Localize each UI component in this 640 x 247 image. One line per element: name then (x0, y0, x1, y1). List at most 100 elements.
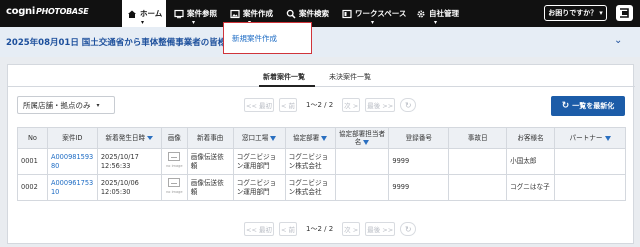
chevron-down-icon: ▾ (96, 101, 100, 109)
help-button[interactable]: お困りですか？ ▾ (544, 5, 607, 21)
nav-company-management-label: 自社管理 (429, 9, 459, 18)
monitor-icon (174, 9, 184, 18)
pagination-bottom: << 最初 < 前 1〜2 / 2 次 > 最後 >> ↻ (244, 222, 417, 236)
cell-reason: 画像伝送依頼 (186, 148, 234, 175)
cell-customer: 小国太郎 (506, 148, 556, 175)
case-table: No 案件ID 新着発生日時 画像 新着事由 窓口工場 協定部署 協定部署担当者… (17, 127, 626, 201)
tab-pending-cases[interactable]: 未決案件一覧 (329, 72, 371, 82)
notice-text[interactable]: 2025年08月01日 国土交通省から車体整備事業者の皆様へ (6, 36, 235, 48)
page-indicator: 1〜2 / 2 (306, 225, 334, 233)
cell-image[interactable]: no image (160, 148, 188, 175)
cell-image[interactable]: no image (160, 174, 188, 201)
header-factory[interactable]: 窓口工場 (232, 127, 286, 149)
help-button-label: お困りですか？ (548, 9, 598, 17)
header-person[interactable]: 協定部署担当者名 (334, 127, 390, 149)
image-placeholder-icon (168, 178, 181, 188)
chevron-down-icon: ▾ (192, 19, 196, 26)
first-page-button[interactable]: << 最初 (244, 98, 274, 112)
refresh-icon: ↻ (561, 101, 570, 111)
nav-case-create-label: 案件作成 (243, 9, 273, 18)
header-new-reason[interactable]: 新着事由 (186, 127, 234, 149)
next-page-button[interactable]: 次 > (342, 98, 361, 112)
header-customer[interactable]: お客様名 (506, 127, 556, 149)
cell-date: 2025/10/06 12:05:30 (96, 174, 162, 201)
reload-page-button[interactable]: ↻ (400, 222, 417, 236)
prev-page-button[interactable]: < 前 (279, 98, 297, 112)
table-header-row: No 案件ID 新着発生日時 画像 新着事由 窓口工場 協定部署 協定部署担当者… (17, 127, 626, 149)
cell-reg-number: 9999 (388, 174, 450, 201)
first-page-button[interactable]: << 最初 (244, 222, 274, 236)
table-row[interactable]: 0001 A00098159380 2025/10/17 12:56:33 no… (17, 148, 626, 175)
header-accident-date-label: 事故日 (467, 134, 488, 142)
cell-partner (554, 174, 626, 201)
nav-home[interactable]: ホーム ▾ (122, 0, 166, 27)
tab-bar: 新着案件一覧 未決案件一覧 (8, 65, 635, 87)
last-page-button[interactable]: 最後 >> (365, 98, 396, 112)
header-no[interactable]: No (17, 127, 48, 149)
nav-home-label: ホーム (140, 9, 163, 18)
notice-banner: 2025年08月01日 国土交通省から車体整備事業者の皆様へ ⌄ (0, 27, 640, 57)
header-case-id[interactable]: 案件ID (46, 127, 98, 149)
table-row[interactable]: 0002 A00096175310 2025/10/06 12:05:30 no… (17, 174, 626, 201)
store-filter-value: 所属店舗・拠点のみ (23, 100, 91, 110)
logo[interactable]: cogniPHOTOBASE (6, 6, 89, 17)
new-case-create-menu-item[interactable]: 新規案件作成 (232, 33, 277, 44)
user-menu-button[interactable] (616, 5, 633, 21)
header-image-label: 画像 (167, 134, 181, 142)
cell-reason: 画像伝送依頼 (186, 174, 234, 201)
header-partner[interactable]: パートナー (554, 127, 626, 149)
chevron-down-icon: ▾ (434, 19, 438, 26)
sort-desc-icon[interactable] (147, 136, 154, 140)
cell-accident-date (448, 174, 508, 201)
gear-icon (417, 10, 425, 17)
cell-person (334, 148, 390, 175)
cell-case-id-link[interactable]: A00098159380 (46, 148, 98, 175)
header-new-date[interactable]: 新着発生日時 (96, 127, 162, 149)
header-accident-date[interactable]: 事故日 (448, 127, 508, 149)
refresh-icon: ↻ (404, 224, 412, 234)
chevron-down-icon: ▾ (599, 9, 603, 17)
header-reg-number[interactable]: 登録番号 (388, 127, 450, 149)
header-dept-label: 協定部署 (292, 134, 320, 142)
chevron-down-icon: ▾ (141, 19, 145, 26)
reload-page-button[interactable]: ↻ (400, 98, 417, 112)
last-page-button[interactable]: 最後 >> (365, 222, 396, 236)
header-partner-label: パートナー (569, 134, 603, 142)
header-no-label: No (28, 134, 37, 142)
prev-page-button[interactable]: < 前 (279, 222, 297, 236)
home-icon (128, 10, 136, 18)
cell-no: 0001 (17, 148, 48, 175)
filter-icon[interactable] (363, 139, 370, 145)
cell-dept: コグニビジョン株式会社 (284, 174, 336, 201)
filter-icon[interactable] (321, 135, 328, 141)
header-dept[interactable]: 協定部署 (284, 127, 336, 149)
image-placeholder-icon (168, 152, 181, 162)
refresh-list-button[interactable]: ↻ 一覧を最新化 (551, 96, 625, 116)
cell-factory: コグニビジョン運用部門 (232, 148, 286, 175)
page-indicator: 1〜2 / 2 (306, 101, 334, 109)
header-person-label: 協定部署担当者名 (338, 130, 386, 146)
tab-new-cases[interactable]: 新着案件一覧 (263, 72, 305, 82)
workspace-icon (342, 9, 352, 18)
next-page-button[interactable]: 次 > (342, 222, 361, 236)
header-image: 画像 (160, 127, 188, 149)
header-customer-label: お客様名 (517, 134, 544, 142)
filter-icon[interactable] (604, 135, 611, 141)
header-factory-label: 窓口工場 (241, 134, 269, 142)
cell-person (334, 174, 390, 201)
chevron-down-icon[interactable]: ⌄ (614, 35, 622, 46)
store-filter-select[interactable]: 所属店舗・拠点のみ ▾ (17, 96, 115, 114)
filter-icon[interactable] (270, 135, 277, 141)
cell-customer: コグニはな子 (506, 174, 556, 201)
nav-case-reference-label: 案件参照 (187, 9, 217, 18)
pagination-top: << 最初 < 前 1〜2 / 2 次 > 最後 >> ↻ (244, 98, 417, 112)
nav-company-management[interactable]: 自社管理 ▾ (414, 0, 460, 27)
cell-case-id-link[interactable]: A00096175310 (46, 174, 98, 201)
nav-case-reference[interactable]: 案件参照 ▾ (170, 0, 220, 27)
active-tab-indicator (259, 85, 315, 87)
search-icon (286, 9, 296, 19)
top-navigation-bar: cogniPHOTOBASE ホーム ▾ 案件参照 ▾ 案件作成 ▾ 案件検索 … (0, 0, 640, 27)
nav-workspace[interactable]: ワークスペース ▾ (340, 0, 408, 27)
header-reg-number-label: 登録番号 (405, 134, 433, 142)
image-placeholder-label: no image (166, 190, 183, 195)
